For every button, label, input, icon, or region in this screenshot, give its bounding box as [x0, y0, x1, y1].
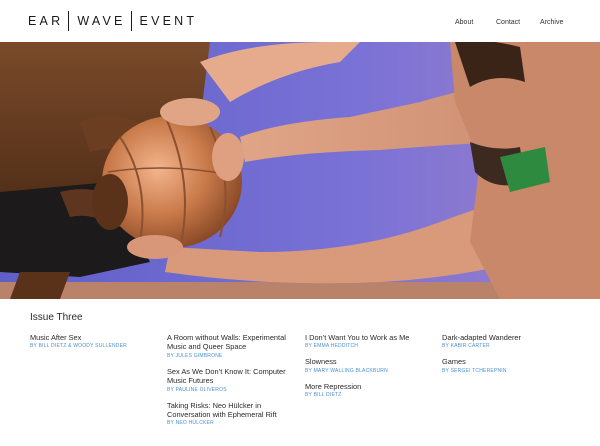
hero-image: [0, 42, 600, 299]
article-author-link[interactable]: BY PAULINE OLIVEROS: [167, 386, 297, 394]
article-author-link[interactable]: BY SERGEI TCHEREPNIN: [442, 367, 572, 375]
hero-photo: [0, 42, 600, 299]
article-item: Slowness BY MARY WALLING BLACKBURN: [305, 357, 435, 374]
article-column: Dark-adapted Wanderer BY KABIR CARTER Ga…: [442, 333, 572, 382]
logo-word-wave: WAVE: [77, 14, 126, 28]
site-header: EAR WAVE EVENT About Contact Archive: [0, 0, 600, 42]
issue-title: Issue Three: [30, 312, 83, 323]
article-title-link[interactable]: Slowness: [305, 357, 435, 366]
article-item: I Don’t Want You to Work as Me BY EMMA H…: [305, 333, 435, 350]
nav-link-archive[interactable]: Archive: [540, 19, 563, 26]
article-title-link[interactable]: Music After Sex: [30, 333, 160, 342]
logo-word-ear: EAR: [28, 14, 64, 28]
article-title-link[interactable]: Sex As We Don’t Know It: Computer Music …: [167, 367, 297, 386]
logo-word-event: EVENT: [139, 14, 198, 28]
article-author-link[interactable]: BY JULES GIMBRONE: [167, 352, 297, 360]
article-item: Sex As We Don’t Know It: Computer Music …: [167, 367, 297, 394]
nav-link-contact[interactable]: Contact: [496, 19, 520, 26]
article-item: Games BY SERGEI TCHEREPNIN: [442, 357, 572, 374]
article-item: Taking Risks: Neo Hülcker in Conversatio…: [167, 401, 297, 428]
article-author-link[interactable]: BY EMMA HEDDITCH: [305, 342, 435, 350]
article-column: A Room without Walls: Experimental Music…: [167, 333, 297, 434]
article-title-link[interactable]: Games: [442, 357, 572, 366]
article-title-link[interactable]: Taking Risks: Neo Hülcker in Conversatio…: [167, 401, 297, 420]
article-title-link[interactable]: A Room without Walls: Experimental Music…: [167, 333, 297, 352]
article-title-link[interactable]: More Repression: [305, 382, 435, 391]
article-author-link[interactable]: BY KABIR CARTER: [442, 342, 572, 350]
logo-divider: [68, 11, 70, 31]
article-author-link[interactable]: BY MARY WALLING BLACKBURN: [305, 367, 435, 375]
article-column: Music After Sex BY BILL DIETZ & WOODY SU…: [30, 333, 160, 357]
logo-divider: [130, 11, 132, 31]
article-item: Music After Sex BY BILL DIETZ & WOODY SU…: [30, 333, 160, 350]
article-column: I Don’t Want You to Work as Me BY EMMA H…: [305, 333, 435, 406]
nav-link-about[interactable]: About: [455, 19, 473, 26]
article-title-link[interactable]: Dark-adapted Wanderer: [442, 333, 572, 342]
article-item: More Repression BY BILL DIETZ: [305, 382, 435, 399]
article-title-link[interactable]: I Don’t Want You to Work as Me: [305, 333, 435, 342]
article-author-link[interactable]: BY BILL DIETZ: [305, 391, 435, 399]
article-author-link[interactable]: BY BILL DIETZ & WOODY SULLENDER: [30, 342, 160, 350]
site-logo[interactable]: EAR WAVE EVENT: [28, 11, 197, 31]
article-item: Dark-adapted Wanderer BY KABIR CARTER: [442, 333, 572, 350]
article-author-link[interactable]: BY NEO HÜLCKER: [167, 419, 297, 427]
article-item: A Room without Walls: Experimental Music…: [167, 333, 297, 360]
